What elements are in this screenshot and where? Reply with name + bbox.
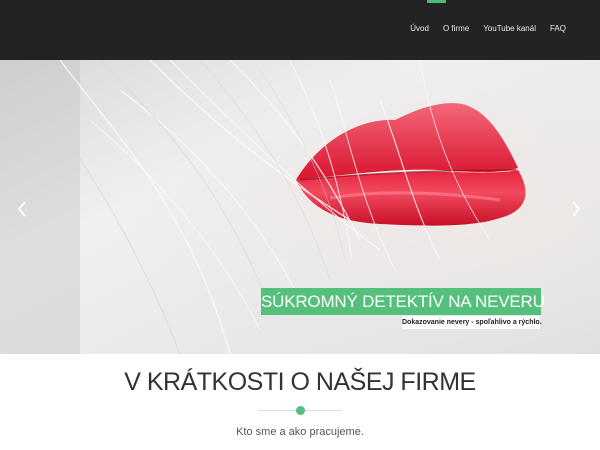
main-nav: Úvod O firme YouTube kanál FAQ: [410, 24, 566, 33]
nav-item-o-firme[interactable]: O firme: [443, 24, 469, 33]
nav-item-faq[interactable]: FAQ: [550, 24, 566, 33]
chevron-left-icon: [17, 201, 26, 217]
section-title: V KRÁTKOSTI O NAŠEJ FIRME: [124, 368, 476, 396]
nav-item-youtube-kanal[interactable]: YouTube kanál: [483, 24, 536, 33]
site-header: Úvod O firme YouTube kanál FAQ: [0, 0, 600, 60]
hero-caption-subtitle: Dokazovanie nevery - spoľahlivo a rýchlo…: [402, 316, 542, 329]
section-divider-dot: [296, 406, 305, 415]
slider-next-button[interactable]: [567, 196, 585, 222]
section-subtitle: Kto sme a ako pracujeme.: [236, 426, 364, 438]
slider-prev-button[interactable]: [13, 196, 31, 222]
nav-item-uvod[interactable]: Úvod: [410, 24, 429, 33]
chevron-right-icon: [572, 201, 581, 217]
active-nav-indicator: [427, 0, 446, 3]
hero-caption-title: SÚKROMNÝ DETEKTÍV NA NEVERU: [261, 288, 545, 315]
